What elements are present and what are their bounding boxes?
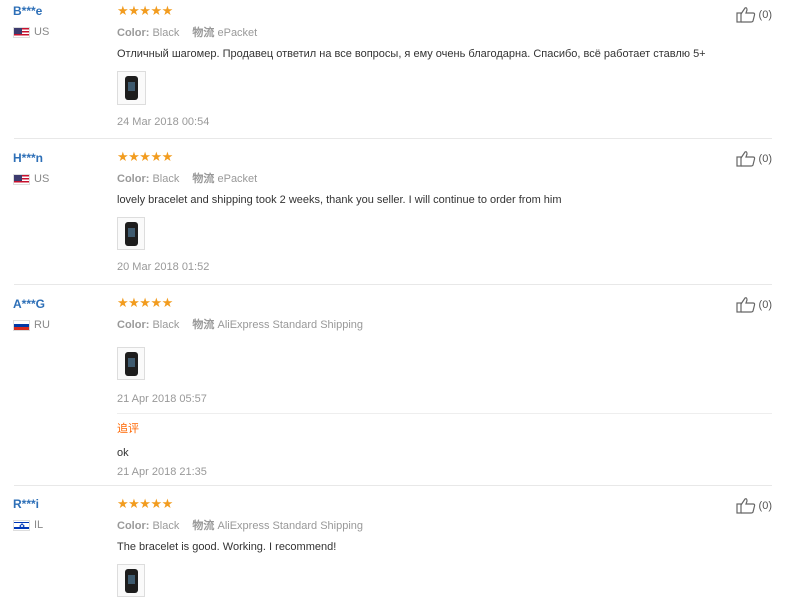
order-info: Color: Black 物流 AliExpress Standard Ship… xyxy=(117,519,717,533)
reviewer-name[interactable]: H***n xyxy=(13,151,49,165)
like-button[interactable]: (0) xyxy=(735,150,772,167)
shipping-label: 物流 xyxy=(192,520,215,532)
color-value: Black xyxy=(152,520,180,532)
review-divider xyxy=(14,138,772,139)
like-button[interactable]: (0) xyxy=(735,497,772,514)
reviewer-info: B***e US xyxy=(13,4,49,38)
additional-review-text: ok xyxy=(117,447,129,459)
star-rating: ★★★★★ xyxy=(117,3,173,18)
review-text: Отличный шагомер. Продавец ответил на вс… xyxy=(117,48,706,60)
ru-flag-icon xyxy=(13,319,30,331)
star-rating: ★★★★★ xyxy=(117,496,173,511)
review-photo-thumbnail[interactable] xyxy=(117,564,145,597)
thumbs-up-icon xyxy=(735,297,755,313)
reviewer-info: A***G RU xyxy=(13,297,50,331)
shipping-value: ePacket xyxy=(217,173,258,185)
shipping-value: AliExpress Standard Shipping xyxy=(217,319,364,331)
reviewer-info: R***i IL xyxy=(13,497,43,531)
country-code: US xyxy=(34,26,50,38)
like-button[interactable]: (0) xyxy=(735,296,772,313)
us-flag-icon xyxy=(13,26,30,38)
il-flag-icon xyxy=(13,519,30,531)
color-label: Color: xyxy=(117,173,150,185)
us-flag-icon xyxy=(13,173,30,185)
star-rating: ★★★★★ xyxy=(117,149,173,164)
review-photo-thumbnail[interactable] xyxy=(117,71,146,105)
like-button[interactable]: (0) xyxy=(735,6,772,23)
additional-review-divider xyxy=(117,413,772,414)
like-count: (0) xyxy=(758,499,772,512)
shipping-value: AliExpress Standard Shipping xyxy=(217,520,364,532)
color-value: Black xyxy=(152,27,180,39)
review-body: ★★★★★ Color: Black 物流 AliExpress Standar… xyxy=(117,295,772,479)
thumbs-up-icon xyxy=(735,498,755,514)
reviewer-name[interactable]: B***e xyxy=(13,4,49,18)
review-date: 20 Mar 2018 01:52 xyxy=(117,261,210,273)
review-divider xyxy=(14,284,772,285)
reviewer-country: US xyxy=(13,26,49,38)
reviewer-country: RU xyxy=(13,319,50,331)
review-body: ★★★★★ Color: Black 物流 ePacket lovely bra… xyxy=(117,150,717,274)
review-divider xyxy=(14,485,772,486)
color-value: Black xyxy=(152,319,180,331)
color-label: Color: xyxy=(117,27,150,39)
review-body: ★★★★★ Color: Black 物流 ePacket Отличный ш… xyxy=(117,4,717,129)
review-photo-thumbnail[interactable] xyxy=(117,347,145,380)
additional-review-title: 追评 xyxy=(117,423,139,435)
order-info: Color: Black 物流 ePacket xyxy=(117,172,717,186)
reviewer-country: IL xyxy=(13,519,43,531)
color-value: Black xyxy=(152,173,180,185)
like-count: (0) xyxy=(758,298,772,311)
thumbs-up-icon xyxy=(735,151,755,167)
order-info: Color: Black 物流 AliExpress Standard Ship… xyxy=(117,318,717,332)
color-label: Color: xyxy=(117,319,150,331)
reviewer-name[interactable]: R***i xyxy=(13,497,43,511)
review-date: 24 Mar 2018 00:54 xyxy=(117,116,210,128)
country-code: US xyxy=(34,173,50,185)
additional-review-date: 21 Apr 2018 21:35 xyxy=(117,466,207,478)
reviewer-info: H***n US xyxy=(13,151,49,185)
review-text: The bracelet is good. Working. I recomme… xyxy=(117,541,337,553)
shipping-label: 物流 xyxy=(192,173,215,185)
order-info: Color: Black 物流 ePacket xyxy=(117,26,717,40)
star-rating: ★★★★★ xyxy=(117,295,173,310)
country-code: RU xyxy=(34,319,50,331)
reviewer-country: US xyxy=(13,173,49,185)
thumbs-up-icon xyxy=(735,7,755,23)
reviewer-name[interactable]: A***G xyxy=(13,297,50,311)
review-text: lovely bracelet and shipping took 2 week… xyxy=(117,194,562,206)
country-code: IL xyxy=(34,519,44,531)
color-label: Color: xyxy=(117,520,150,532)
review-photo-thumbnail[interactable] xyxy=(117,217,145,250)
like-count: (0) xyxy=(758,152,772,165)
review-date: 21 Apr 2018 05:57 xyxy=(117,393,207,405)
shipping-label: 物流 xyxy=(192,319,215,331)
review-body: ★★★★★ Color: Black 物流 AliExpress Standar… xyxy=(117,497,717,597)
like-count: (0) xyxy=(758,8,772,21)
shipping-label: 物流 xyxy=(192,27,215,39)
shipping-value: ePacket xyxy=(217,27,258,39)
